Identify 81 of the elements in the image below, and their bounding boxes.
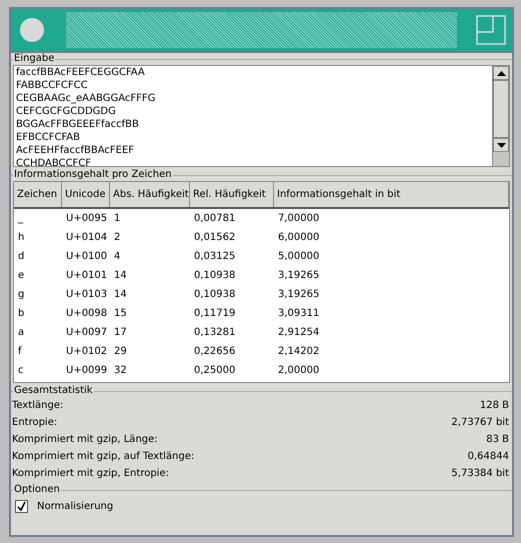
table-cell-text: U+0102 xyxy=(65,346,108,357)
up-arrow-icon xyxy=(496,70,506,76)
stat-value: 128 B xyxy=(480,399,509,413)
table-cell-text: 4 xyxy=(113,251,122,262)
table-cell-text: 2,14202 xyxy=(277,346,320,357)
table-cell-text: U+0097 xyxy=(65,327,108,338)
table-cell-text: 14 xyxy=(113,289,128,300)
table-cell-text: U+0099 xyxy=(65,365,108,376)
stat-label: Textlänge: xyxy=(12,399,64,413)
table-cell-text: b xyxy=(17,308,26,319)
table-cell-text: d xyxy=(17,251,26,262)
table-cell-text: 32 xyxy=(113,365,128,376)
table-cell-text: 6,00000 xyxy=(277,232,320,243)
group-title: Gesamtstatistik xyxy=(13,385,94,397)
scroll-down-button[interactable] xyxy=(493,138,509,152)
table-cell-text: 0,10938 xyxy=(193,289,236,300)
stat-label: Komprimiert mit gzip, auf Textlänge: xyxy=(12,450,194,464)
table-cell-text: 14 xyxy=(113,270,128,281)
text-line: EFBCCFCFAB xyxy=(16,131,81,144)
table-cell-text: 7,00000 xyxy=(277,213,320,224)
table-cell-text: 0,01562 xyxy=(193,232,236,243)
column-header[interactable]: Rel. Häufigkeit xyxy=(190,182,274,207)
scrollbar[interactable] xyxy=(492,66,509,166)
table-cell-text: 0,13281 xyxy=(193,327,236,338)
table-cell-text: 3,19265 xyxy=(277,270,320,281)
scroll-up-button[interactable] xyxy=(493,66,509,80)
table-cell-text: 0,00781 xyxy=(193,213,236,224)
table-cell-text: 0,22656 xyxy=(193,346,236,357)
text-input-area[interactable]: faccfBBAcFEEFCEGGCFAA FABBCCFCFCC CEGBAAGc_eAABGGAcFFFG CEFCGCFGCDDGDG BGGAcFFBGEEEFfaccfBB EFBCCFCFAB AcFEEHFfaccfBBAcFEEF CCHDABCCFCF xyxy=(13,65,510,167)
checkbox-label[interactable]: Normalisierung xyxy=(37,501,114,512)
text-line: faccfBBAcFEEFCEGGCFAA xyxy=(16,66,146,79)
stat-value: 0,64844 xyxy=(468,450,509,464)
table-cell-text: 0,11719 xyxy=(193,308,236,319)
table-cell-text: 1 xyxy=(113,213,122,224)
table-cell-text: U+0101 xyxy=(65,270,108,281)
table-cell-text: U+0100 xyxy=(65,251,108,262)
group-title: Eingabe xyxy=(13,53,56,65)
column-header[interactable]: Informationsgehalt in bit xyxy=(274,182,509,207)
down-arrow-icon xyxy=(496,142,506,148)
text-line: CCHDABCCFCF xyxy=(16,157,92,166)
table-cell-text: 0,10938 xyxy=(193,270,236,281)
table-cell-text: g xyxy=(17,289,26,300)
text-line: CEGBAAGc_eAABGGAcFFFG xyxy=(16,92,156,105)
stat-value: 83 B xyxy=(486,433,509,447)
stat-label: Entropie: xyxy=(12,416,58,430)
table-cell-text: 3,09311 xyxy=(277,308,320,319)
table-cell-text: U+0103 xyxy=(65,289,108,300)
table-cell-text: 2,91254 xyxy=(277,327,320,338)
table-cell-text: c xyxy=(17,365,24,376)
scroll-thumb[interactable] xyxy=(493,80,509,138)
text-line: CEFCGCFGCDDGDG xyxy=(16,105,117,118)
table-cell-text: 2,00000 xyxy=(277,365,320,376)
table-cell-text: e xyxy=(17,270,26,281)
stat-value: 5,73384 bit xyxy=(451,467,509,481)
table-cell-text: 2 xyxy=(113,232,122,243)
group-title: Informationsgehalt pro Zeichen xyxy=(13,169,173,181)
table-cell-text: U+0095 xyxy=(65,213,108,224)
table-cell-text: a xyxy=(17,327,26,338)
group-title: Optionen xyxy=(13,484,61,496)
table-cell-text: 15 xyxy=(113,308,128,319)
table-cell-text: 29 xyxy=(113,346,128,357)
table-cell-text: _ xyxy=(17,213,24,224)
stat-value: 2,73767 bit xyxy=(451,416,509,430)
table-cell-text: f xyxy=(17,346,23,357)
table-cell-text: 3,19265 xyxy=(277,289,320,300)
text-line: FABBCCFCFCC xyxy=(16,79,89,92)
column-header[interactable]: Unicode xyxy=(62,182,110,207)
table-cell-text: U+0104 xyxy=(65,232,108,243)
text-line: BGGAcFFBGEEEFfaccfBB xyxy=(16,118,140,131)
stat-label: Komprimiert mit gzip, Entropie: xyxy=(12,467,169,481)
stat-label: Komprimiert mit gzip, Länge: xyxy=(12,433,158,447)
checkbox[interactable] xyxy=(15,500,28,513)
table-cell-text: 0,03125 xyxy=(193,251,236,262)
column-header[interactable]: Zeichen xyxy=(14,182,62,207)
column-header[interactable]: Abs. Häufigkeit xyxy=(110,182,190,207)
table-cell-text: 0,25000 xyxy=(193,365,236,376)
table-cell-text: h xyxy=(17,232,26,243)
table-cell-text: 17 xyxy=(113,327,128,338)
table-cell-text: U+0098 xyxy=(65,308,108,319)
table-cell-text: 5,00000 xyxy=(277,251,320,262)
text-line: AcFEEHFfaccfBBAcFEEF xyxy=(16,144,136,157)
